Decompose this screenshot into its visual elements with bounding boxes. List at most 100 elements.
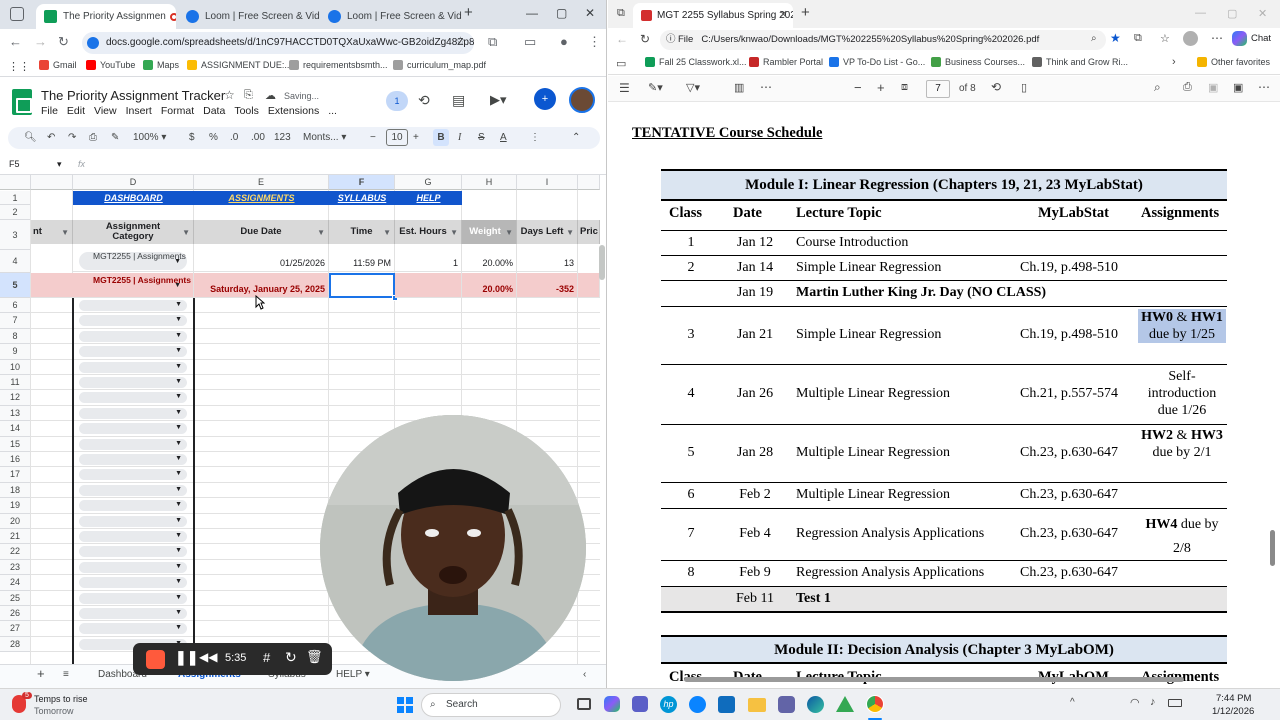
favorite-vp-todo[interactable]: VP To-Do List - Go... xyxy=(829,57,925,67)
chrome-app-icon[interactable] xyxy=(866,695,884,713)
favorite-business-courses[interactable]: Business Courses... xyxy=(931,57,1025,67)
row-header[interactable]: 8 xyxy=(0,328,31,345)
extensions-icon[interactable]: ⧉ xyxy=(1134,32,1142,45)
collapse-menus-icon[interactable]: ⌃ xyxy=(572,132,580,143)
pdf-menu-icon[interactable]: ⋯ xyxy=(1258,80,1270,94)
row-header[interactable]: 4 xyxy=(0,250,31,273)
menu-format[interactable]: Format xyxy=(161,105,194,117)
empty-category-dropdown[interactable]: ▼ xyxy=(79,469,187,481)
new-tab-button[interactable]: + xyxy=(801,4,810,21)
tray-chevron-icon[interactable]: ^ xyxy=(1070,697,1075,708)
edge-app-icon[interactable] xyxy=(807,696,824,713)
all-sheets-icon[interactable]: ≡ xyxy=(63,669,69,680)
save-icon[interactable]: ▣ xyxy=(1208,81,1218,94)
zoom-out-icon[interactable]: − xyxy=(854,80,862,95)
bookmark-requirements[interactable]: requirementsbsmth... xyxy=(289,60,388,70)
contents-icon[interactable]: ☰ xyxy=(619,81,630,95)
tab-loom-1[interactable]: Loom | Free Screen & Vid ✕ xyxy=(178,4,320,29)
more-formats-icon[interactable]: 123 xyxy=(274,132,291,143)
cell-d5-category[interactable]: MGT2255 | Assignments ▼ xyxy=(73,273,194,298)
header-priority[interactable]: Pric xyxy=(578,220,600,244)
menu-insert[interactable]: Insert xyxy=(126,105,152,117)
favorite-star-icon[interactable]: ★ xyxy=(1110,31,1121,45)
extensions-icon[interactable]: ⧉ xyxy=(488,34,497,50)
empty-category-dropdown[interactable]: ▼ xyxy=(79,377,187,388)
col-header-g[interactable]: G xyxy=(395,175,462,190)
draw-icon[interactable]: ✎▾ xyxy=(648,81,663,94)
col-header-c[interactable] xyxy=(31,175,73,190)
header-est-hours[interactable]: Est. Hours ▼ xyxy=(395,220,462,244)
outlook-icon[interactable] xyxy=(718,696,735,713)
filter-icon[interactable]: ▼ xyxy=(182,228,190,238)
col-header-e[interactable]: E xyxy=(194,175,329,190)
empty-category-dropdown[interactable]: ▼ xyxy=(79,300,187,311)
reload-icon[interactable]: ↻ xyxy=(640,32,650,46)
meet-icon[interactable]: ▶▾ xyxy=(490,92,507,108)
bookmark-gmail[interactable]: Gmail xyxy=(39,60,77,70)
increase-font-size-icon[interactable]: + xyxy=(413,132,419,143)
row-header[interactable]: 20 xyxy=(0,513,31,529)
cell-f4-time[interactable]: 11:59 PM xyxy=(329,250,395,272)
menu-data[interactable]: Data xyxy=(203,105,225,117)
name-box[interactable]: F5 ▾ xyxy=(9,159,65,169)
row-header[interactable]: 9 xyxy=(0,344,31,360)
row-header[interactable]: 10 xyxy=(0,359,31,375)
vertical-scrollbar[interactable] xyxy=(599,245,605,280)
cast-icon[interactable]: ▭ xyxy=(524,34,536,50)
empty-category-dropdown[interactable]: ▼ xyxy=(79,330,187,342)
decrease-font-size-icon[interactable]: − xyxy=(370,132,376,143)
row-header[interactable]: 7 xyxy=(0,313,31,329)
row-header[interactable]: 28 xyxy=(0,636,31,653)
address-bar[interactable]: ⓘ File C:/Users/knwao/Downloads/MGT%20225… xyxy=(660,30,1106,50)
teams-classic-icon[interactable] xyxy=(778,696,795,713)
cell-g5-hours[interactable] xyxy=(395,273,462,298)
empty-category-dropdown[interactable]: ▼ xyxy=(79,546,187,558)
sheet-tab-help[interactable]: HELP ▾ xyxy=(336,669,370,680)
pdf-vertical-scrollbar[interactable] xyxy=(1270,530,1275,566)
filter-icon[interactable]: ▼ xyxy=(61,228,69,238)
menu-file[interactable]: File xyxy=(41,105,58,117)
empty-category-dropdown[interactable]: ▼ xyxy=(79,346,187,358)
share-icon[interactable]: + xyxy=(534,88,556,110)
col-header-f[interactable]: F xyxy=(329,175,395,190)
row-header[interactable]: 24 xyxy=(0,575,31,591)
two-page-icon[interactable]: ▯ xyxy=(1021,81,1027,94)
profile-icon[interactable] xyxy=(1183,31,1198,46)
nav-link-syllabus[interactable]: SYLLABUS xyxy=(329,191,395,205)
row-header[interactable]: 27 xyxy=(0,621,31,637)
bold-button[interactable]: B xyxy=(433,129,449,146)
webcam-bubble[interactable] xyxy=(320,415,586,681)
file-explorer-icon[interactable] xyxy=(748,698,766,712)
clock-time[interactable]: 7:44 PM xyxy=(1216,693,1251,704)
start-icon[interactable] xyxy=(397,697,413,713)
bookmark-maps[interactable]: Maps xyxy=(143,60,179,70)
filter-icon[interactable]: ▼ xyxy=(566,228,574,238)
pause-icon[interactable]: ❚❚ xyxy=(175,649,198,666)
version-history-icon[interactable]: ⟲ xyxy=(418,92,430,109)
cell-g4-hours[interactable]: 1 xyxy=(395,250,462,272)
toolbar-more-icon[interactable]: ⋮ xyxy=(530,132,540,143)
decrease-decimal-icon[interactable]: .0 xyxy=(230,132,238,143)
col-header-i[interactable]: I xyxy=(517,175,578,190)
forward-icon[interactable]: → xyxy=(34,34,47,49)
header-prev-col[interactable]: nt ▼ xyxy=(31,220,73,244)
empty-category-dropdown[interactable]: ▼ xyxy=(79,407,187,419)
chat-button[interactable]: Chat xyxy=(1251,33,1271,44)
maximize-button[interactable]: ▢ xyxy=(556,6,567,20)
rotate-icon[interactable]: ⟲ xyxy=(991,80,1001,94)
move-folder-icon[interactable]: ⎘ xyxy=(244,89,253,102)
page-number-input[interactable]: 7 xyxy=(926,80,950,98)
wifi-icon[interactable]: ◠ xyxy=(1130,696,1140,709)
nav-link-assignments[interactable]: ASSIGNMENTS xyxy=(194,191,329,205)
zoom-icon[interactable]: ⌕ xyxy=(1091,33,1097,44)
formula-input[interactable] xyxy=(95,157,595,173)
menu-tools[interactable]: Tools xyxy=(234,105,259,117)
empty-category-dropdown[interactable]: ▼ xyxy=(79,577,187,589)
sidebar-toggle-icon[interactable]: ▭ xyxy=(616,57,626,70)
category-dropdown[interactable]: MGT2255 | Assignments ▼ xyxy=(79,252,187,270)
favorite-rambler-portal[interactable]: Rambler Portal xyxy=(749,57,823,67)
print-icon[interactable]: ⎙ xyxy=(89,132,97,143)
row-header[interactable]: 17 xyxy=(0,467,31,483)
profile-icon[interactable]: ● xyxy=(560,34,568,49)
apps-icon[interactable]: ⋮⋮ xyxy=(8,60,30,73)
